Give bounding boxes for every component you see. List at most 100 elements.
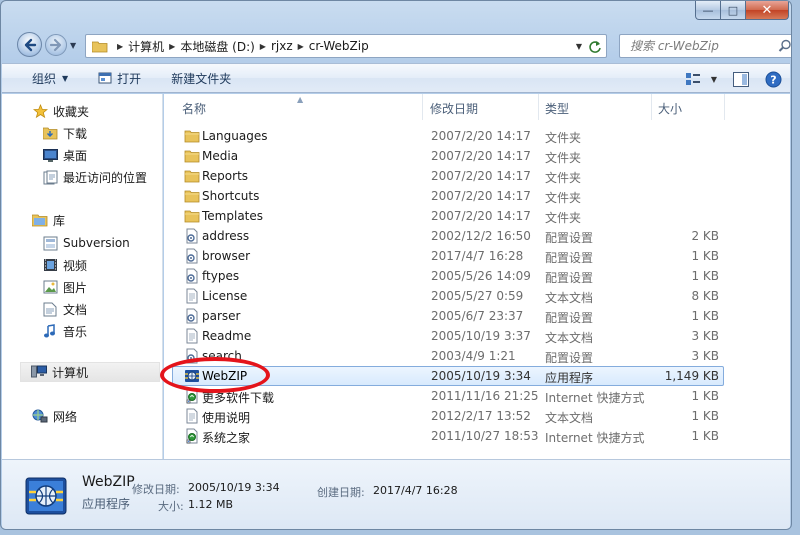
breadcrumb-separator-icon[interactable]: ▶	[298, 42, 304, 51]
chevron-down-icon: ▼	[710, 74, 717, 84]
help-button[interactable]: ?	[765, 68, 782, 90]
subversion-library-icon	[43, 236, 57, 250]
address-dropdown-icon[interactable]: ▼	[576, 42, 582, 51]
nav-label: 图片	[63, 280, 88, 295]
star-icon	[32, 103, 48, 118]
view-list-icon	[685, 73, 700, 85]
videos-icon	[43, 259, 57, 271]
close-button[interactable]: ✕	[746, 1, 789, 20]
nav-label: 视频	[63, 258, 88, 273]
breadcrumb-computer[interactable]: 计算机	[128, 38, 164, 55]
breadcrumb-drive-d[interactable]: 本地磁盘 (D:)	[180, 38, 254, 55]
nav-desktop[interactable]: 桌面	[42, 145, 87, 165]
config-file-icon	[184, 228, 200, 244]
file-row[interactable]: 系统之家 2011/10/27 18:53 Internet 快捷方式 1 KB	[164, 426, 724, 446]
computer-icon	[31, 365, 47, 378]
nav-computer[interactable]: 计算机	[20, 362, 160, 382]
details-size-label: 大小:	[158, 500, 184, 513]
nav-subversion[interactable]: Subversion	[42, 233, 130, 253]
file-row[interactable]: parser 2005/6/7 23:37 配置设置 1 KB	[164, 306, 724, 326]
navigation-pane: 收藏夹 下载 桌面 最近访问的位置 库 Subversion 视频 图片 文档 …	[2, 94, 163, 459]
forward-button[interactable]	[45, 34, 67, 56]
change-view-button[interactable]	[685, 68, 701, 90]
file-row[interactable]: Templates 2007/2/20 14:17 文件夹	[164, 206, 724, 226]
breadcrumb-rjxz[interactable]: rjxz	[271, 39, 293, 53]
column-divider[interactable]	[538, 94, 539, 120]
documents-icon	[43, 302, 57, 316]
nav-documents[interactable]: 文档	[42, 299, 87, 319]
file-name: Shortcuts	[202, 189, 260, 203]
column-divider[interactable]	[422, 94, 423, 120]
red-highlight-ring	[160, 357, 270, 393]
preview-pane-icon	[733, 71, 749, 87]
address-bar[interactable]: ▶ 计算机 ▶ 本地磁盘 (D:) ▶ rjxz ▶ cr-WebZip ▼	[85, 34, 607, 58]
column-divider[interactable]	[651, 94, 652, 120]
breadcrumb-cr-webzip[interactable]: cr-WebZip	[309, 39, 369, 53]
search-icon[interactable]	[778, 39, 792, 53]
help-icon: ?	[765, 71, 782, 87]
text-file-icon	[184, 328, 200, 344]
nav-label: 库	[53, 213, 66, 228]
nav-recent-places[interactable]: 最近访问的位置	[42, 167, 147, 187]
file-row[interactable]: Shortcuts 2007/2/20 14:17 文件夹	[164, 186, 724, 206]
file-type: 配置设置	[545, 351, 594, 365]
minimize-button[interactable]: —	[695, 1, 721, 20]
file-row[interactable]: License 2005/5/27 0:59 文本文档 8 KB	[164, 286, 724, 306]
file-row[interactable]: Media 2007/2/20 14:17 文件夹	[164, 146, 724, 166]
column-divider[interactable]	[724, 94, 725, 120]
text-file-icon	[184, 408, 200, 424]
nav-pictures[interactable]: 图片	[42, 277, 87, 297]
breadcrumb-separator-icon[interactable]: ▶	[169, 42, 175, 51]
nav-network[interactable]: 网络	[32, 406, 77, 426]
file-row[interactable]: Reports 2007/2/20 14:17 文件夹	[164, 166, 724, 186]
file-row[interactable]: 使用说明 2012/2/17 13:52 文本文档 1 KB	[164, 406, 724, 426]
nav-label: 网络	[53, 409, 78, 424]
file-size: 1 KB	[691, 249, 719, 263]
file-type: 文件夹	[545, 151, 582, 165]
file-row[interactable]: browser 2017/4/7 16:28 配置设置 1 KB	[164, 246, 724, 266]
new-folder-button[interactable]: 新建文件夹	[163, 67, 239, 89]
details-created-label: 创建日期:	[317, 486, 365, 499]
column-type-header[interactable]: 类型	[545, 100, 569, 117]
search-input[interactable]	[630, 39, 780, 53]
column-size-header[interactable]: 大小	[658, 100, 682, 117]
nav-music[interactable]: 音乐	[42, 321, 87, 341]
arrow-right-icon	[49, 38, 62, 52]
back-button[interactable]	[17, 32, 42, 57]
organize-button[interactable]: 组织 ▼	[24, 67, 76, 89]
details-modified-value: 2005/10/19 3:34	[188, 481, 280, 494]
refresh-button[interactable]	[585, 37, 604, 56]
nav-label: 计算机	[52, 365, 89, 380]
breadcrumb-separator-icon[interactable]: ▶	[117, 42, 123, 51]
maximize-button[interactable]: □	[721, 1, 746, 20]
nav-favorites[interactable]: 收藏夹	[32, 101, 89, 121]
breadcrumb-separator-icon[interactable]: ▶	[260, 42, 266, 51]
column-modified-header[interactable]: 修改日期	[430, 100, 478, 117]
file-modified-date: 2005/10/19 3:37	[431, 329, 531, 343]
nav-label: 桌面	[63, 148, 88, 163]
file-row[interactable]: ftypes 2005/5/26 14:09 配置设置 1 KB	[164, 266, 724, 286]
downloads-folder-icon	[42, 127, 57, 140]
preview-pane-button[interactable]	[733, 68, 749, 90]
file-size: 3 KB	[691, 349, 719, 363]
recent-places-icon	[43, 170, 57, 184]
file-modified-date: 2007/2/20 14:17	[431, 129, 531, 143]
file-modified-date: 2002/12/2 16:50	[431, 229, 531, 243]
file-name: 使用说明	[202, 411, 251, 425]
more-views-button[interactable]: ▼	[707, 68, 727, 90]
search-box[interactable]	[619, 34, 792, 58]
file-row[interactable]: address 2002/12/2 16:50 配置设置 2 KB	[164, 226, 724, 246]
column-name-header[interactable]: 名称	[182, 100, 206, 117]
folder-icon	[184, 148, 200, 164]
open-button[interactable]: 打开	[90, 67, 149, 89]
nav-downloads[interactable]: 下载	[42, 123, 87, 143]
recent-pages-dropdown-icon[interactable]: ▼	[70, 41, 76, 50]
nav-libraries[interactable]: 库	[32, 210, 65, 230]
nav-videos[interactable]: 视频	[42, 255, 87, 275]
file-row[interactable]: Languages 2007/2/20 14:17 文件夹	[164, 126, 724, 146]
file-type: 应用程序	[545, 371, 594, 385]
file-name: Templates	[202, 209, 264, 223]
file-row[interactable]: Readme 2005/10/19 3:37 文本文档 3 KB	[164, 326, 724, 346]
file-size: 1 KB	[691, 429, 719, 443]
nav-label: 音乐	[63, 324, 88, 339]
